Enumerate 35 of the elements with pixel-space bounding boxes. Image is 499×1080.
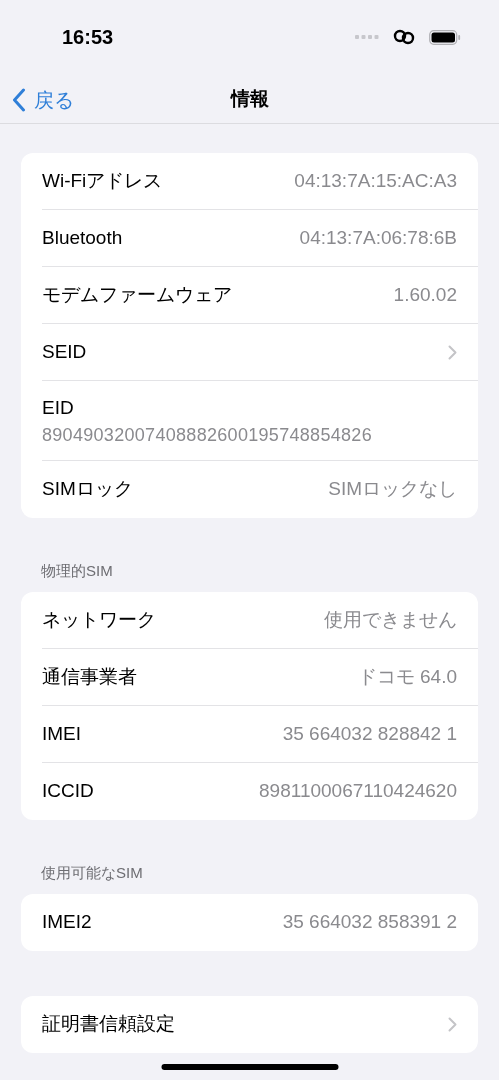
row-label: IMEI bbox=[42, 721, 82, 746]
row-value: 使用できません bbox=[324, 607, 457, 632]
row-value: 04:13:7A:06:78:6B bbox=[299, 225, 457, 250]
row-label: EID bbox=[42, 395, 75, 420]
row-value: 35 664032 828842 1 bbox=[282, 721, 457, 746]
row-value: SIMロックなし bbox=[328, 477, 457, 502]
back-button[interactable]: 戻る bbox=[0, 84, 74, 115]
section-header: 物理的SIM bbox=[41, 560, 113, 581]
row-value: 1.60.02 bbox=[393, 282, 457, 307]
battery-icon bbox=[429, 29, 461, 45]
row-label: モデムファームウェア bbox=[42, 282, 232, 307]
row-label: Wi-Fiアドレス bbox=[42, 168, 163, 193]
signal-icon bbox=[355, 34, 379, 40]
row-value: ドコモ 64.0 bbox=[357, 664, 457, 689]
list-row[interactable]: 証明書信頼設定 bbox=[42, 996, 478, 1053]
row-value: 04:13:7A:15:AC:A3 bbox=[294, 168, 457, 193]
row-label: ネットワーク bbox=[42, 607, 156, 632]
list-row[interactable]: SEID bbox=[42, 324, 478, 381]
row-label: SIMロック bbox=[42, 477, 133, 502]
row-label: 証明書信頼設定 bbox=[42, 1012, 175, 1037]
row-label: Bluetooth bbox=[42, 225, 123, 250]
row-label: 通信事業者 bbox=[42, 664, 137, 689]
section-header: 使用可能なSIM bbox=[41, 862, 143, 883]
chevron-icon bbox=[448, 344, 457, 360]
row-label: SEID bbox=[42, 339, 87, 364]
back-icon bbox=[12, 87, 26, 112]
row-label: IMEI2 bbox=[42, 910, 92, 935]
row-value: 8981100067110424620 bbox=[259, 779, 457, 804]
chevron-icon bbox=[448, 1017, 457, 1032]
row-label: ICCID bbox=[42, 779, 94, 804]
status-time: 16:53 bbox=[62, 25, 114, 50]
link-icon bbox=[393, 29, 415, 45]
page-title: 情報 bbox=[230, 87, 269, 112]
row-value: 89049032007408882600195748854826 bbox=[42, 423, 373, 447]
row-value: 35 664032 858391 2 bbox=[282, 910, 457, 935]
